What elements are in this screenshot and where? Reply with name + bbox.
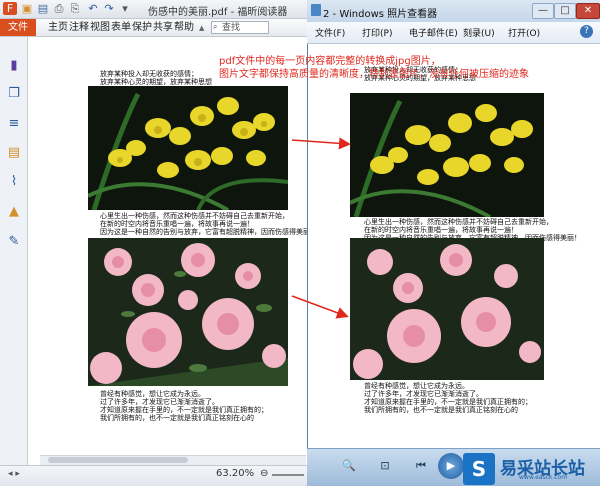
quick-access-dropdown-icon[interactable]: ▾ xyxy=(118,2,132,15)
close-button[interactable]: ✕ xyxy=(576,3,600,19)
annotation-text: 图片文字都保持高质量的清晰度，特别是图片，没有任何被压缩的迹象 xyxy=(219,69,529,80)
doc-paragraph-line: 过了许多年，才发现它已渐渐消逝了。 xyxy=(100,398,219,406)
doc-paragraph-line: 放弃某种心灵的期望，放弃某种思想 xyxy=(100,78,212,86)
arrow-roses xyxy=(291,295,349,319)
doc-paragraph-line: 才知道原来握在手里的，不一定就是我们真正拥有的； xyxy=(100,406,268,414)
search-icon: ⌕ xyxy=(213,22,218,31)
viewer-text-line: 在新的时空内将音乐重唱一遍，将故事再说一遍！ xyxy=(364,226,518,234)
zoom-slider[interactable] xyxy=(272,474,304,476)
bookmark-panel-icon[interactable]: ▮ xyxy=(6,58,22,74)
search-input[interactable]: 查找 xyxy=(211,21,269,34)
doc-paragraph-line: 我们所拥有的，也不一定就是我们真正铭刻在心的 xyxy=(100,414,254,422)
zoom-level[interactable]: 63.20% xyxy=(216,468,254,479)
open-icon[interactable]: ▣ xyxy=(20,2,34,15)
doc-paragraph-line: 心里生出一种伤感，然而这种伤感并不妨碍自己去重新开始， xyxy=(100,212,289,220)
zoom-icon[interactable]: 🔍 xyxy=(336,457,362,475)
viewer-text-line: 才知道原来握在手里的，不一定就是我们真正拥有的； xyxy=(364,398,532,406)
viewer-app-icon xyxy=(311,4,321,16)
viewer-menu-open[interactable]: 打开(O) xyxy=(508,26,540,39)
annotation-arrows xyxy=(291,137,351,319)
slideshow-button[interactable]: ▶ xyxy=(438,453,464,479)
help-icon[interactable]: ? xyxy=(580,25,593,38)
pages-panel-icon[interactable]: ❐ xyxy=(6,86,22,102)
signature-panel-icon[interactable]: ✎ xyxy=(6,234,22,250)
reader-window-title: 伤感中的美丽.pdf - 福昕阅读器 xyxy=(148,7,288,18)
viewer-menu-file[interactable]: 文件(F) xyxy=(315,26,345,39)
doc-paragraph-line: 在新的时空内将音乐重唱一遍，将故事再说一遍！ xyxy=(100,220,254,228)
doc-paragraph-line: 放弃某种投入却无收获的感情； xyxy=(100,70,198,78)
comments-panel-icon[interactable]: ▤ xyxy=(6,145,22,161)
save-icon[interactable]: ▤ xyxy=(36,2,50,15)
attachments-panel-icon[interactable]: ⌇ xyxy=(6,174,22,190)
maximize-button[interactable]: □ xyxy=(554,3,576,19)
ribbon-collapse-icon[interactable]: ▲ xyxy=(199,24,204,32)
print-icon[interactable]: ⎙ xyxy=(52,2,66,15)
arrow-orchid xyxy=(291,137,351,150)
viewer-window-title: 2 - Windows 照片查看器 xyxy=(323,9,438,20)
roses-image xyxy=(88,238,288,386)
security-panel-icon[interactable]: ▲ xyxy=(6,204,22,220)
copy-icon[interactable]: ⎘ xyxy=(68,2,82,15)
menu-form[interactable]: 表单 xyxy=(111,19,131,36)
app-logo-icon[interactable]: F xyxy=(3,2,17,15)
doc-paragraph-line: 曾经有种感觉，想让它成为永远。 xyxy=(100,390,205,398)
doc-paragraph-line: 因为这是一种自然的告别与放弃，它富有超脱精神，因而伤感得美丽！ xyxy=(100,228,317,236)
orchid-image xyxy=(88,86,288,210)
viewer-roses-image xyxy=(350,238,544,380)
viewer-text-line: 曾经有种感觉，想让它成为永远。 xyxy=(364,382,469,390)
menu-file[interactable]: 文件 xyxy=(0,19,36,36)
menu-home[interactable]: 主页 xyxy=(48,19,68,36)
viewer-text-line: 过了许多年，才发现它已渐渐消逝了。 xyxy=(364,390,483,398)
viewer-menu-email[interactable]: 电子邮件(E) xyxy=(409,26,458,39)
menu-share[interactable]: 共享 xyxy=(153,19,173,36)
menu-comment[interactable]: 注释 xyxy=(69,19,89,36)
viewer-orchid-image xyxy=(350,93,544,217)
viewer-text-line: 我们所拥有的，也不一定就是我们真正铭刻在心的 xyxy=(364,406,518,414)
page-nav-icon[interactable]: ◂ ▸ xyxy=(8,469,20,479)
minimize-button[interactable]: — xyxy=(532,3,554,19)
menu-protect[interactable]: 保护 xyxy=(132,19,152,36)
horizontal-scroll-thumb[interactable] xyxy=(48,457,188,463)
viewer-menu-print[interactable]: 打印(P) xyxy=(362,26,392,39)
redo-icon[interactable]: ↷ xyxy=(102,2,116,15)
menu-help[interactable]: 帮助 xyxy=(174,19,194,36)
zoom-out-icon[interactable]: ⊖ xyxy=(260,468,268,479)
viewer-text-line: 心里生出一种伤感，然而这种伤感并不妨碍自己去重新开始， xyxy=(364,218,553,226)
watermark-logo: S xyxy=(463,453,495,485)
actual-size-icon[interactable]: ⊡ xyxy=(372,457,398,475)
layers-panel-icon[interactable]: ≡ xyxy=(6,116,22,132)
watermark-url: www.easck.com xyxy=(519,474,568,481)
undo-icon[interactable]: ↶ xyxy=(86,2,100,15)
viewer-menu-burn[interactable]: 刻录(U) xyxy=(463,26,495,39)
menu-view[interactable]: 视图 xyxy=(90,19,110,36)
previous-icon[interactable]: ⏮ xyxy=(408,457,434,475)
